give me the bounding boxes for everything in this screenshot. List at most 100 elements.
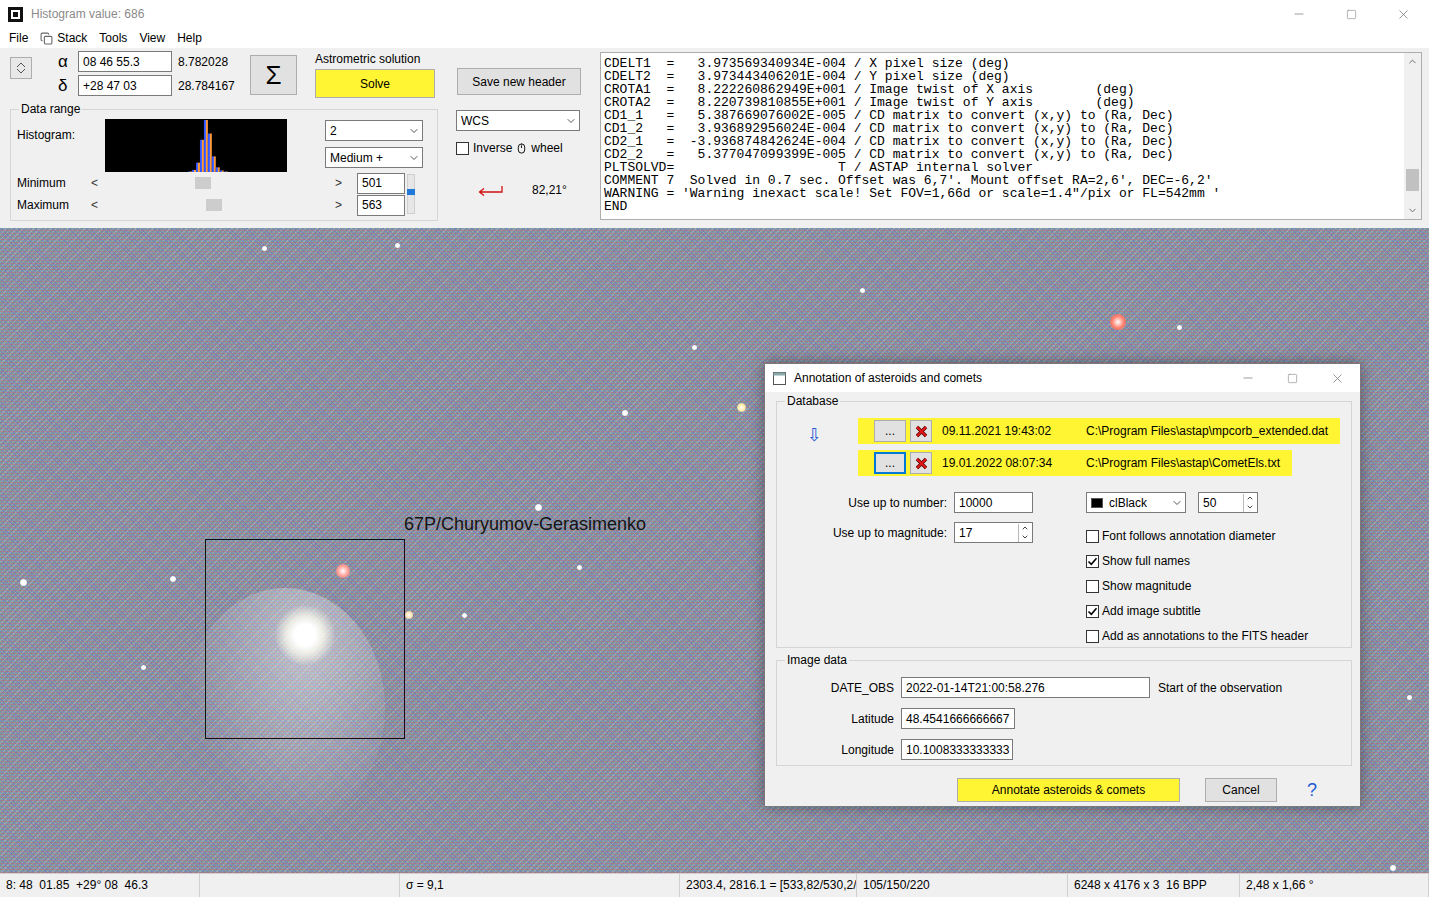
header-line: CDELT2 = 3.973443406201E-004 / Y pixel s… [604,70,1401,83]
display-controls: WCSInversewheel82,21° [456,102,580,197]
browse-button[interactable]: ... [874,452,906,474]
dialog-button[interactable]: Annotate asteroids & comets [957,778,1180,802]
menu-item[interactable]: View [133,28,171,48]
scrollbar[interactable] [1404,53,1421,219]
rotation-arrow-icon [476,183,504,197]
check-icon [1087,606,1098,617]
image-data-fields: DATE_OBS2022-01-14T21:00:58.276Start of … [783,667,1345,760]
fits-header[interactable]: CDELT1 = 3.973569340934E-004 / X pixel s… [600,52,1422,220]
header-line: CDELT1 = 3.973569340934E-004 / X pixel s… [604,57,1401,70]
histogram-bar [275,172,279,173]
histogram-bar [133,172,137,173]
checkbox[interactable] [1086,530,1099,543]
delete-button[interactable] [910,452,932,474]
annotation-box [205,539,405,739]
spin-buttons[interactable] [1018,524,1030,542]
window-title: Histogram value: 686 [31,7,144,21]
minimize-icon[interactable] [1273,0,1325,28]
status-cell: σ = 9,1 [400,874,680,897]
scroll-thumb[interactable] [1406,169,1419,191]
slider-track[interactable] [100,198,332,212]
histogram-bar [109,172,113,173]
dropdown[interactable]: 2 [325,120,423,141]
slider-left-arrow[interactable]: < [89,176,100,190]
checkbox[interactable] [456,142,469,155]
navigate-button[interactable] [10,57,32,79]
contrast-thumb[interactable] [407,189,415,195]
spin-buttons[interactable] [1243,494,1255,512]
dialog-button[interactable]: Cancel [1205,778,1277,802]
menu-item[interactable]: Help [171,28,208,48]
spin-up-icon[interactable] [1244,494,1255,503]
slider-right-arrow[interactable]: > [332,198,345,212]
astrometric-group: Astrometric solutionSolve [315,50,435,98]
slider-thumb[interactable] [206,199,222,211]
slider-value[interactable]: 501 [357,173,405,194]
option-checkbox[interactable]: Font follows annotation diameter [1086,529,1345,543]
limit-input[interactable]: 17 [954,522,1033,543]
image-data-row: DATE_OBS2022-01-14T21:00:58.276Start of … [783,677,1345,698]
scroll-down-icon[interactable] [1404,202,1421,219]
checkbox[interactable] [1086,555,1099,568]
limit-label: Use up to number: [783,496,947,510]
option-checkbox[interactable]: Add image subtitle [1086,604,1345,618]
field-input[interactable]: 2022-01-14T21:00:58.276 [901,677,1150,698]
dropdown[interactable]: Medium + [325,147,423,168]
slider-right-arrow[interactable]: > [332,176,345,190]
header-text[interactable]: CDELT1 = 3.973569340934E-004 / X pixel s… [601,53,1404,219]
header-line: COMMENT 7 Solved in 0.7 sec. Offset was … [604,174,1401,187]
close-icon[interactable] [1315,364,1360,392]
menu-item[interactable]: Tools [93,28,133,48]
scroll-up-icon[interactable] [1404,53,1421,70]
limit-row: Use up to number: 10000 [783,492,1086,513]
coordinate-input[interactable]: 08 46 55.3 [78,51,172,72]
contrast-slider[interactable] [407,174,415,214]
image-data-row: Longitude10.1008333333333 [783,739,1345,760]
option-checkbox[interactable]: Show magnitude [1086,579,1345,593]
header-line: CD1_1 = 5.387669076002E-005 / CD matrix … [604,109,1401,122]
menu-item[interactable]: File [3,28,34,48]
spin-down-icon[interactable] [1019,533,1030,542]
checkbox[interactable] [1086,630,1099,643]
scroll-track[interactable] [1404,70,1421,202]
delete-icon [915,457,928,470]
field-input[interactable]: 10.1008333333333 [901,739,1013,760]
coordinate-input[interactable]: +28 47 03 [78,75,172,96]
color-dropdown[interactable]: clBlack [1086,492,1186,513]
star [395,243,400,248]
star [692,345,697,350]
star [1177,325,1182,330]
slider-thumb[interactable] [195,177,211,189]
close-icon[interactable] [1377,0,1429,28]
spin-up-icon[interactable] [1019,524,1030,533]
status-bar: 8: 48 01.85 +29° 08 46.3σ = 9,12303.4, 2… [0,873,1429,897]
spin-down-icon[interactable] [1244,503,1255,512]
database-layout: ⇩...09.11.2021 19:43:02C:\Program Files\… [783,408,1345,476]
help-link[interactable]: ? [1307,780,1317,801]
slider-track[interactable] [100,176,332,190]
minimize-icon[interactable] [1225,364,1270,392]
size-input[interactable]: 50 [1198,492,1258,513]
histogram-bar [212,156,216,172]
delete-button[interactable] [910,420,932,442]
inverse-checkbox[interactable]: Inversewheel [456,141,580,155]
checkbox[interactable] [1086,580,1099,593]
option-checkbox[interactable]: Show full names [1086,554,1345,568]
slider-value[interactable]: 563 [357,195,405,216]
maximize-icon[interactable] [1270,364,1315,392]
dialog-title-bar: Annotation of asteroids and comets [765,364,1360,392]
field-input[interactable]: 48.4541666666667 [901,708,1015,729]
slider-left-arrow[interactable]: < [89,198,100,212]
menu-item[interactable]: Stack [34,28,93,48]
stack-button[interactable]: Σ [250,55,297,95]
save-header-button[interactable]: Save new header [457,68,581,95]
browse-button[interactable]: ... [874,420,906,442]
histogram-bar [113,172,117,173]
wcs-dropdown[interactable]: WCS [456,110,580,131]
coordinate-symbol: δ [58,75,78,96]
checkbox[interactable] [1086,605,1099,618]
option-checkbox[interactable]: Add as annotations to the FITS header [1086,629,1345,643]
solve-button[interactable]: Solve [315,69,435,98]
maximize-icon[interactable] [1325,0,1377,28]
limit-input[interactable]: 10000 [954,492,1033,513]
